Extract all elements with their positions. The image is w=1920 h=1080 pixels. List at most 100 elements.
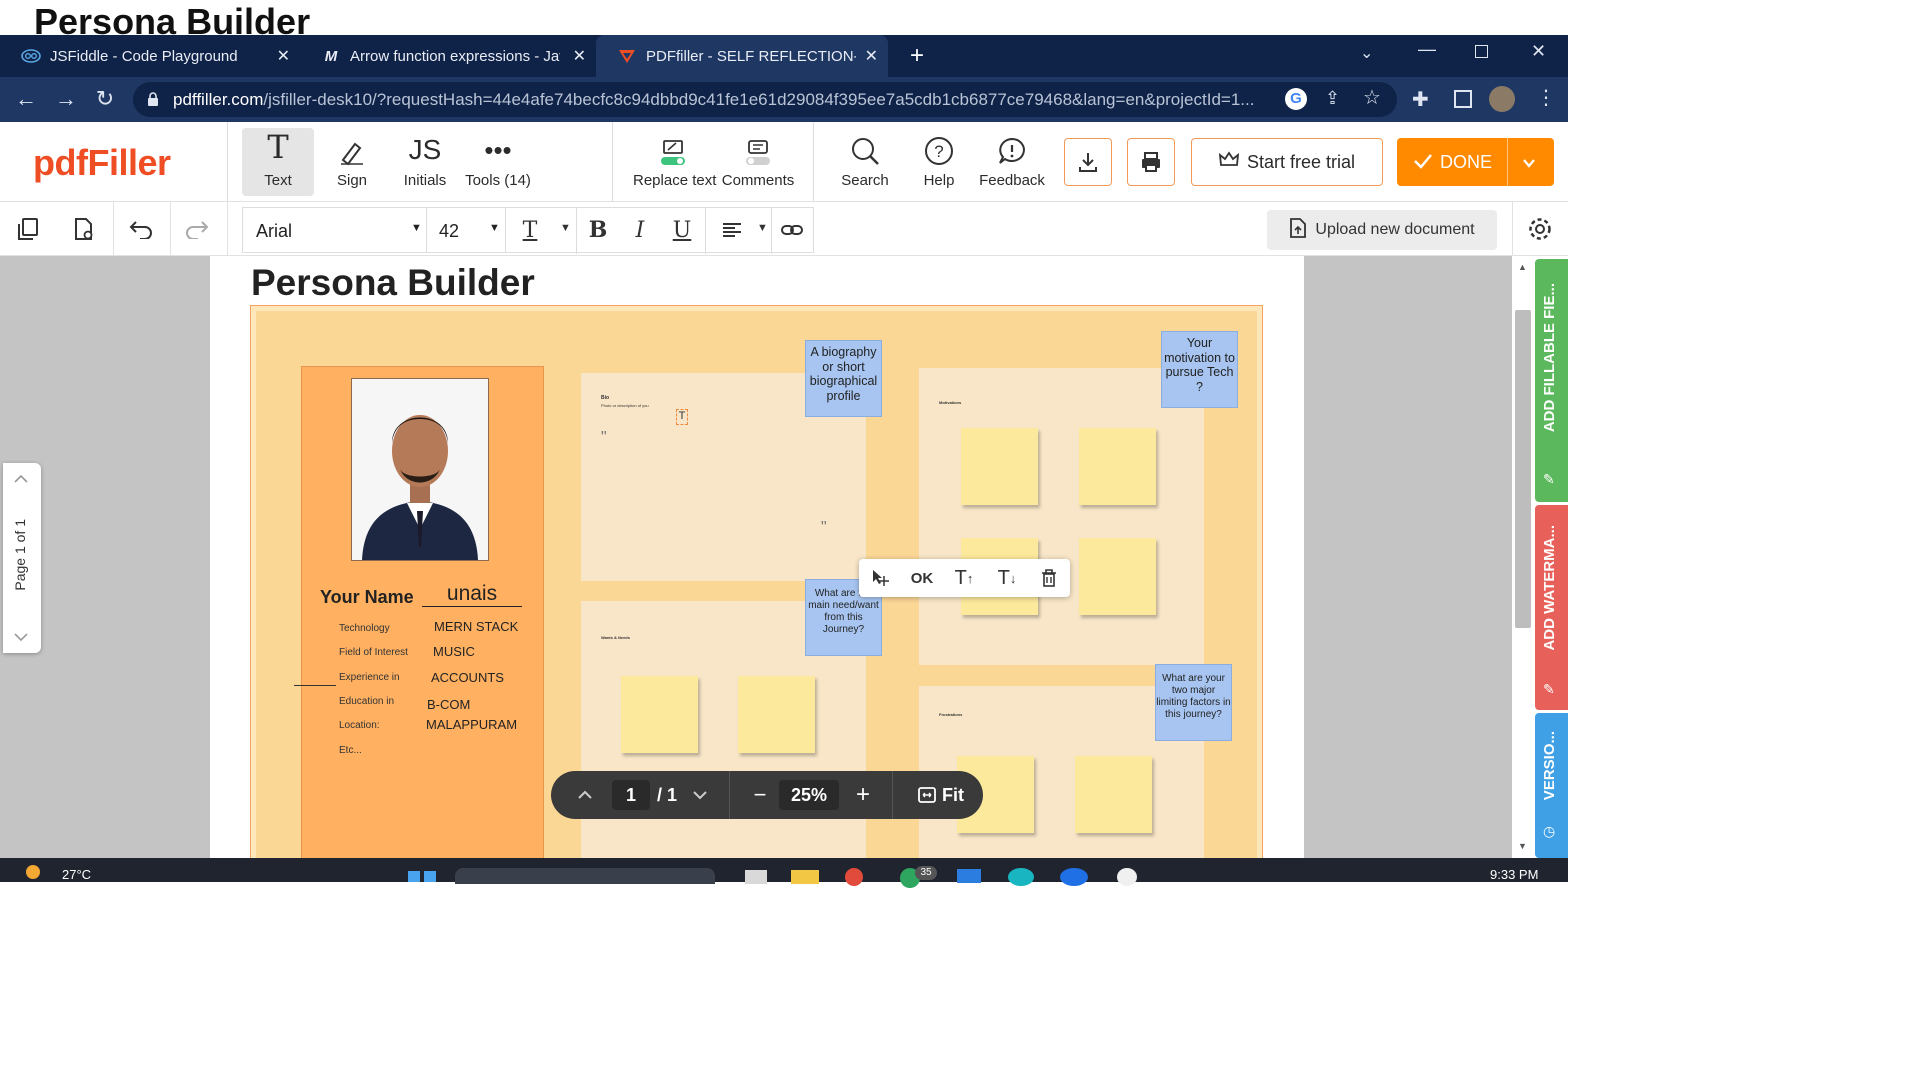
pages-icon[interactable] xyxy=(10,211,46,247)
text-cursor-box[interactable]: T xyxy=(676,409,688,425)
print-button[interactable] xyxy=(1127,138,1175,186)
done-button[interactable]: DONE xyxy=(1397,138,1554,186)
italic-icon[interactable]: I xyxy=(622,212,658,248)
bio-prompt-note[interactable]: A biography or short biographical profil… xyxy=(805,340,882,417)
taskbar-search[interactable] xyxy=(455,868,715,884)
motivation-prompt-note[interactable]: Your motivation to pursue Tech ? xyxy=(1161,331,1238,408)
align-left-icon[interactable] xyxy=(714,212,750,248)
sticky-note[interactable] xyxy=(1079,538,1156,615)
zoom-level[interactable]: 25% xyxy=(779,780,839,810)
restore-icon[interactable] xyxy=(1475,45,1488,58)
increase-font-icon[interactable]: T ↑ xyxy=(943,559,985,597)
help-button[interactable]: ? Help xyxy=(903,128,975,196)
zoom-in-icon[interactable]: + xyxy=(849,771,877,819)
sidebar-icon[interactable] xyxy=(1454,90,1472,108)
tab-search-chevron-icon[interactable]: ⌄ xyxy=(1360,43,1373,63)
fit-button[interactable]: Fit xyxy=(906,771,976,819)
sticky-note[interactable] xyxy=(961,428,1038,505)
search-button[interactable]: Search xyxy=(829,128,901,196)
extensions-icon[interactable]: ✚ xyxy=(1412,87,1429,112)
tab-pdffiller[interactable]: PDFfiller - SELF REFLECTION-[168 ✕ xyxy=(596,35,888,77)
new-tab-button[interactable]: + xyxy=(905,41,929,71)
back-icon[interactable]: ← xyxy=(12,85,40,113)
ok-button[interactable]: OK xyxy=(901,559,943,597)
start-icon[interactable] xyxy=(408,871,420,882)
vscode-icon[interactable] xyxy=(957,869,981,883)
add-watermark-tab[interactable]: ADD WATERMA... ✎ xyxy=(1535,505,1568,710)
taskview-icon[interactable] xyxy=(745,870,767,884)
share-icon[interactable]: ⇪ xyxy=(1325,88,1340,109)
slack-icon[interactable] xyxy=(1117,868,1137,886)
page-down-icon[interactable] xyxy=(14,629,28,647)
redo-icon[interactable] xyxy=(179,211,215,247)
add-fillable-fields-tab[interactable]: ADD FILLABLE FIE... ✎ xyxy=(1535,259,1568,502)
text-tool-button[interactable]: T Text xyxy=(242,128,314,196)
url-field[interactable]: pdffiller.com/jsfiller-desk10/?requestHa… xyxy=(133,82,1397,117)
field-value[interactable]: MALAPPURAM xyxy=(426,717,517,732)
initials-tool-button[interactable]: JS Initials xyxy=(389,128,461,196)
tab-jsfiddle[interactable]: JSFiddle - Code Playground ✕ xyxy=(0,35,300,77)
zoom-out-icon[interactable]: − xyxy=(746,771,774,819)
field-value[interactable]: MUSIC xyxy=(433,644,475,659)
scroll-down-icon[interactable]: ▼ xyxy=(1518,841,1527,851)
limits-prompt-note[interactable]: What are your two major limiting factors… xyxy=(1155,664,1232,741)
edge-icon[interactable] xyxy=(1008,868,1034,886)
sticky-note[interactable] xyxy=(738,676,815,753)
font-family-select[interactable]: Arial ▼ xyxy=(242,207,426,253)
close-tab-icon[interactable]: ✕ xyxy=(573,46,586,66)
next-page-icon[interactable] xyxy=(686,771,714,819)
reload-icon[interactable]: ↻ xyxy=(91,85,119,113)
clock-time[interactable]: 9:33 PM xyxy=(1490,867,1538,882)
undo-icon[interactable] xyxy=(123,211,159,247)
weather-temp[interactable]: 27°C xyxy=(62,867,91,882)
start-free-trial-button[interactable]: Start free trial xyxy=(1191,138,1383,186)
delete-icon[interactable] xyxy=(1028,559,1070,597)
vertical-scrollbar[interactable]: ▲ ▼ xyxy=(1512,256,1535,858)
close-tab-icon[interactable]: ✕ xyxy=(865,46,878,66)
field-value[interactable]: ACCOUNTS xyxy=(431,670,504,685)
name-input[interactable]: unais xyxy=(422,582,522,607)
feedback-button[interactable]: Feedback xyxy=(976,128,1048,196)
font-size-select[interactable]: 42 ▼ xyxy=(426,207,506,253)
profile-avatar[interactable] xyxy=(1489,86,1515,112)
text-color-icon[interactable]: T xyxy=(512,212,548,248)
document-settings-icon[interactable] xyxy=(66,211,102,247)
close-tab-icon[interactable]: ✕ xyxy=(277,46,290,66)
version-history-tab[interactable]: VERSIO... ◷ xyxy=(1535,713,1568,858)
google-icon[interactable]: G xyxy=(1285,88,1307,110)
sticky-note[interactable] xyxy=(1079,428,1156,505)
app-icon[interactable] xyxy=(1060,868,1088,886)
page-up-icon[interactable] xyxy=(14,471,28,489)
underline-icon[interactable]: U xyxy=(664,212,700,248)
pdffiller-logo[interactable]: pdfFiller xyxy=(33,142,171,184)
more-tools-button[interactable]: ••• Tools (14) xyxy=(462,128,534,196)
sticky-note[interactable] xyxy=(1075,756,1152,833)
weather-icon[interactable] xyxy=(26,865,40,879)
tab-mdn[interactable]: M Arrow function expressions - Java ✕ xyxy=(300,35,596,77)
upload-new-document-button[interactable]: Upload new document xyxy=(1267,210,1497,250)
move-icon[interactable] xyxy=(859,559,901,597)
scrollbar-thumb[interactable] xyxy=(1515,310,1531,628)
sticky-note[interactable] xyxy=(621,676,698,753)
document-title[interactable]: Persona Builder xyxy=(251,262,535,304)
file-explorer-icon[interactable] xyxy=(791,870,819,884)
sign-tool-button[interactable]: Sign xyxy=(316,128,388,196)
settings-gear-icon[interactable] xyxy=(1522,211,1558,247)
caret-down-icon[interactable]: ▼ xyxy=(757,222,768,234)
decrease-font-icon[interactable]: T ↓ xyxy=(986,559,1028,597)
field-value[interactable]: MERN STACK xyxy=(434,619,518,634)
comments-button[interactable]: Comments xyxy=(720,128,796,196)
link-icon[interactable] xyxy=(774,212,810,248)
field-value[interactable]: B-COM xyxy=(427,697,470,712)
bookmark-star-icon[interactable]: ☆ xyxy=(1363,85,1381,110)
replace-text-button[interactable]: Replace text xyxy=(633,128,716,196)
browser-menu-icon[interactable]: ⋮ xyxy=(1536,85,1556,110)
forward-icon[interactable]: → xyxy=(52,85,80,113)
download-button[interactable] xyxy=(1064,138,1112,186)
previous-page-icon[interactable] xyxy=(571,771,599,819)
caret-down-icon[interactable]: ▼ xyxy=(560,222,571,234)
chrome-icon[interactable] xyxy=(845,868,863,886)
close-window-icon[interactable]: ✕ xyxy=(1531,41,1546,62)
minimize-icon[interactable]: — xyxy=(1418,39,1436,60)
page-number-input[interactable]: 1 xyxy=(612,780,650,810)
